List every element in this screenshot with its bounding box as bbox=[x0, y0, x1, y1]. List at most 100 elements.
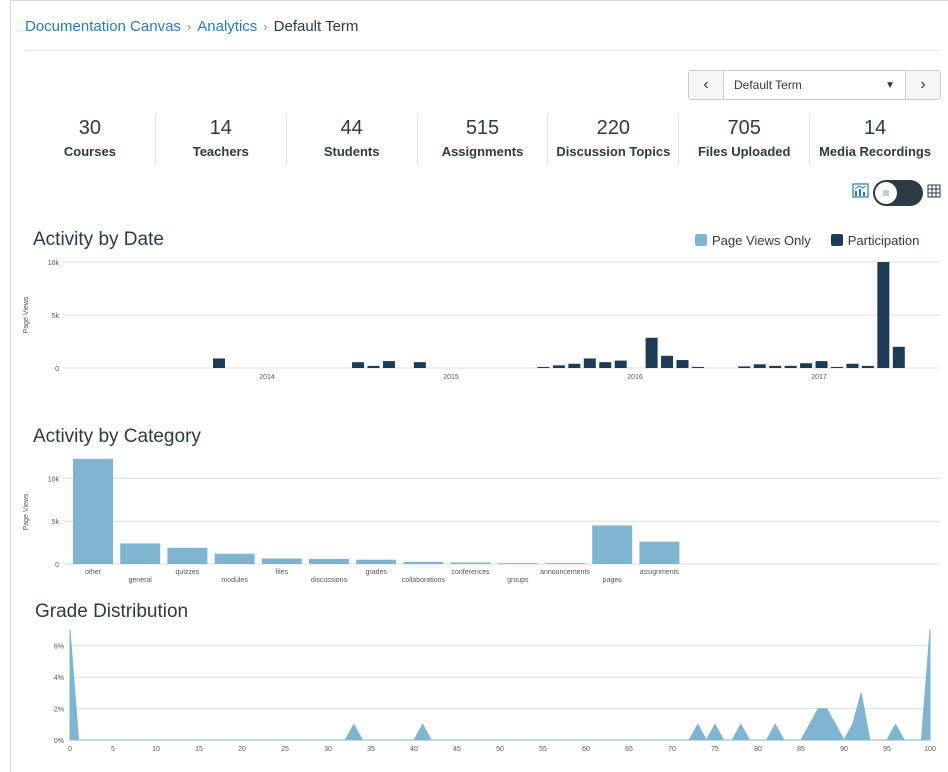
bar bbox=[167, 547, 208, 564]
legend-item-page-views[interactable]: Page Views Only bbox=[695, 233, 811, 248]
x-tick-label: grades bbox=[365, 569, 387, 576]
stat-discussion-topics: 220 Discussion Topics bbox=[548, 114, 680, 164]
chevron-left-icon[interactable]: ‹ bbox=[689, 71, 724, 99]
y-axis-label: Page Views bbox=[23, 296, 30, 333]
breadcrumb-current: Default Term bbox=[273, 18, 359, 35]
y-tick-label: 10k bbox=[48, 476, 60, 483]
bar bbox=[861, 365, 874, 368]
activity-by-category-chart: Page Views 0 5k 10k other general quizzes modul… bbox=[23, 458, 940, 584]
stat-teachers: 14 Teachers bbox=[156, 114, 287, 164]
stat-media-recordings: 14 Media Recordings bbox=[810, 114, 940, 164]
y-tick-label: 2% bbox=[54, 707, 64, 714]
bar bbox=[599, 362, 612, 368]
bar bbox=[545, 563, 585, 564]
toggle-knob-icon bbox=[875, 182, 897, 204]
x-tick-label: 35 bbox=[367, 746, 375, 753]
y-tick-label: 6% bbox=[54, 644, 64, 651]
bar bbox=[738, 366, 751, 368]
x-tick-label: 0 bbox=[68, 746, 72, 753]
legend-label: Participation bbox=[847, 233, 920, 248]
bar bbox=[691, 366, 704, 368]
bar bbox=[645, 337, 658, 368]
bar bbox=[846, 363, 859, 368]
caret-down-icon: ▼ bbox=[885, 79, 895, 91]
table-icon[interactable] bbox=[927, 184, 941, 203]
breadcrumb: Documentation Canvas › Analytics › Default T… bbox=[25, 18, 358, 35]
stat-label: Media Recordings bbox=[819, 144, 932, 159]
x-tick-label: modules bbox=[221, 577, 248, 584]
x-tick-label: 60 bbox=[582, 746, 590, 753]
term-dropdown[interactable]: Default Term ▼ bbox=[724, 71, 905, 99]
stat-label: Files Uploaded bbox=[697, 144, 791, 159]
bar bbox=[367, 365, 380, 368]
bar bbox=[120, 543, 161, 564]
legend-swatch bbox=[695, 234, 707, 246]
breadcrumb-link-course[interactable]: Documentation Canvas bbox=[25, 18, 181, 35]
y-tick-label: 0 bbox=[55, 366, 59, 373]
bar bbox=[614, 360, 627, 368]
x-tick-label: 40 bbox=[410, 746, 418, 753]
x-tick-label: 90 bbox=[840, 746, 848, 753]
stat-value: 220 bbox=[596, 117, 631, 139]
breadcrumb-link-analytics[interactable]: Analytics bbox=[197, 18, 257, 35]
x-tick-label: collaborations bbox=[402, 577, 446, 584]
x-tick-label: 75 bbox=[711, 746, 719, 753]
bar bbox=[537, 366, 550, 368]
x-tick-label: 2016 bbox=[627, 374, 643, 381]
chart-title-activity-by-category: Activity by Category bbox=[33, 426, 201, 447]
chevron-right-icon[interactable]: › bbox=[905, 71, 940, 99]
header-divider bbox=[25, 50, 940, 51]
x-tick-label: other bbox=[85, 569, 102, 576]
bar bbox=[639, 541, 680, 564]
bar bbox=[831, 366, 843, 368]
x-tick-label: 100 bbox=[924, 746, 936, 753]
bar bbox=[583, 358, 596, 368]
legend-swatch bbox=[830, 234, 843, 246]
bar bbox=[213, 358, 225, 368]
stat-label: Courses bbox=[63, 144, 116, 159]
bar bbox=[892, 346, 905, 368]
x-tick-label: discussions bbox=[311, 577, 348, 584]
x-tick-label: 10 bbox=[152, 746, 160, 753]
bar bbox=[352, 362, 365, 368]
bar bbox=[356, 559, 397, 564]
x-tick-label: 5 bbox=[111, 746, 115, 753]
bar bbox=[592, 525, 633, 564]
breadcrumb-separator-icon: › bbox=[186, 19, 192, 34]
bar bbox=[877, 262, 890, 368]
y-tick-label: 5k bbox=[52, 519, 60, 526]
stat-value: 44 bbox=[340, 117, 363, 139]
x-tick-label: 50 bbox=[496, 746, 504, 753]
bar bbox=[661, 355, 674, 368]
x-tick-label: 45 bbox=[453, 746, 461, 753]
x-tick-label: 2017 bbox=[811, 374, 827, 381]
x-tick-label: assignments bbox=[640, 569, 680, 576]
stat-assignments: 515 Assignments bbox=[418, 114, 549, 164]
x-tick-label: 25 bbox=[281, 746, 289, 753]
bar bbox=[800, 363, 813, 368]
y-axis-label: Page Views bbox=[23, 493, 30, 530]
stat-files-uploaded: 705 Files Uploaded bbox=[679, 114, 811, 164]
legend-item-participation[interactable]: Participation bbox=[830, 233, 920, 248]
x-tick-label: pages bbox=[603, 577, 623, 584]
bar bbox=[413, 362, 426, 368]
stat-label: Discussion Topics bbox=[556, 144, 671, 159]
chart-title-grade-distribution: Grade Distribution bbox=[35, 601, 189, 622]
stat-courses: 30 Courses bbox=[25, 114, 156, 164]
y-tick-label: 5k bbox=[52, 313, 60, 320]
stat-value: 30 bbox=[78, 117, 102, 139]
chart-title-activity-by-date: Activity by Date bbox=[33, 229, 164, 250]
x-tick-label: 80 bbox=[754, 746, 762, 753]
graph-icon[interactable] bbox=[852, 183, 869, 203]
view-toggle-switch[interactable] bbox=[873, 180, 923, 206]
stat-label: Students bbox=[323, 144, 380, 159]
bar bbox=[676, 360, 689, 368]
stat-value: 515 bbox=[465, 117, 500, 139]
x-tick-label: 20 bbox=[238, 746, 246, 753]
x-tick-label: 55 bbox=[539, 746, 547, 753]
term-dropdown-value: Default Term bbox=[734, 78, 802, 92]
x-tick-label: 95 bbox=[883, 746, 891, 753]
bar bbox=[261, 558, 302, 564]
term-selector: ‹ Default Term ▼ › bbox=[688, 70, 941, 100]
legend-label: Page Views Only bbox=[712, 233, 811, 248]
